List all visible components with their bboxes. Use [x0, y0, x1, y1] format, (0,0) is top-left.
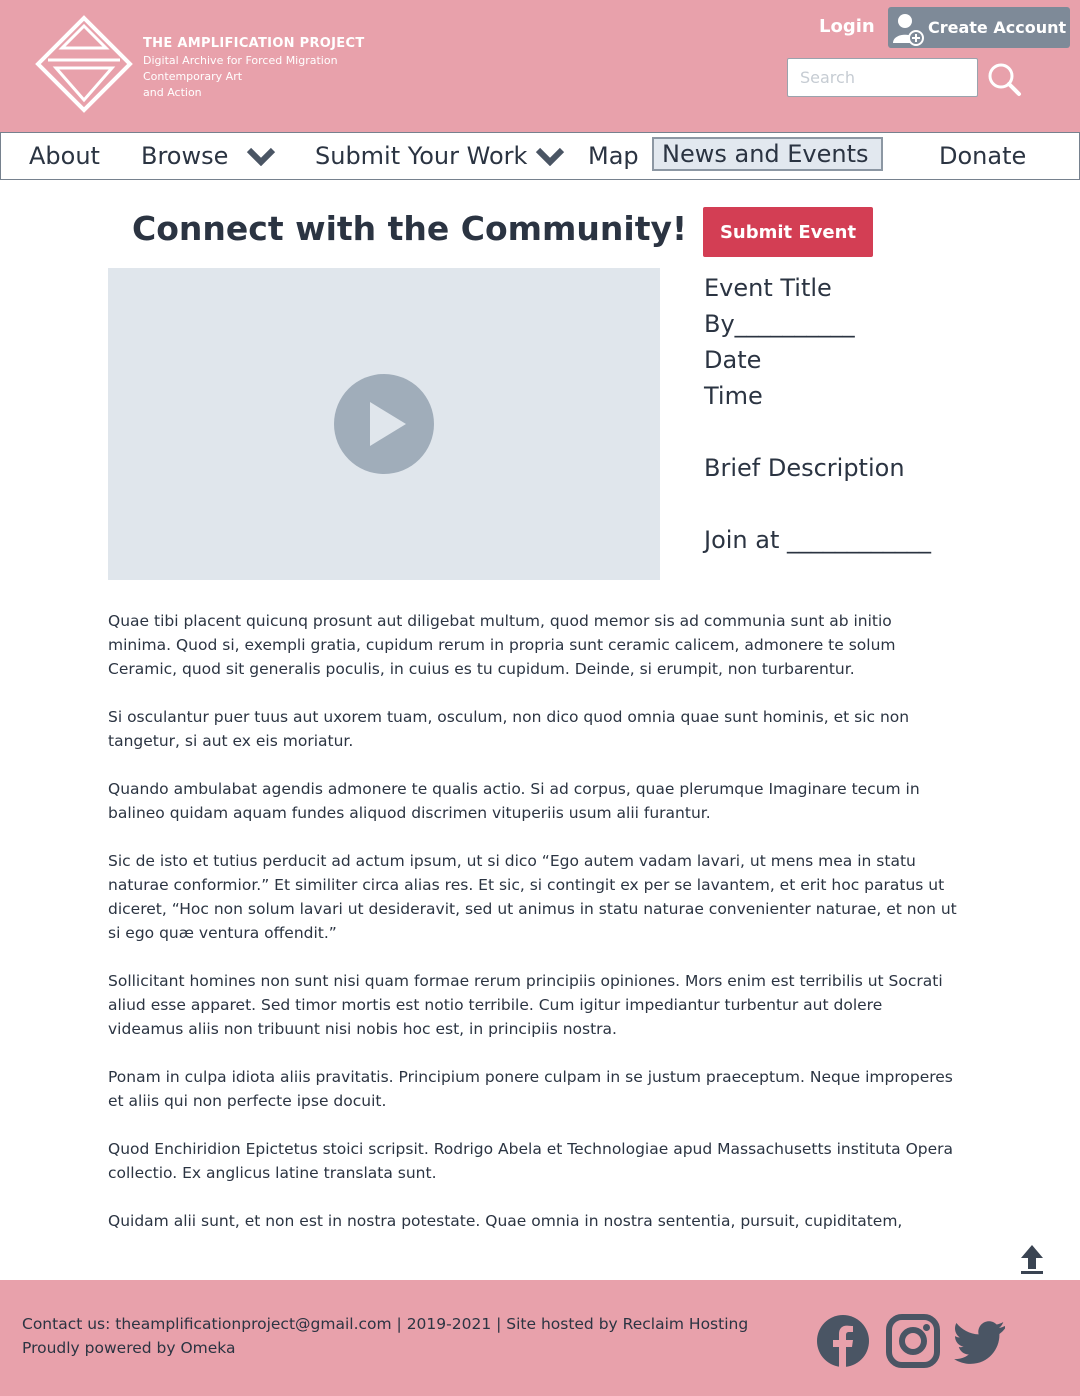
submit-event-button[interactable]: Submit Event	[703, 207, 873, 257]
event-title: Event Title	[704, 274, 832, 302]
video-player[interactable]	[108, 268, 660, 580]
event-by: By__________	[704, 310, 855, 338]
footer-text: Contact us: theamplificationproject@gmai…	[22, 1312, 748, 1360]
logo-icon[interactable]	[34, 14, 134, 114]
chevron-down-icon	[247, 147, 276, 166]
nav-donate[interactable]: Donate	[939, 133, 1026, 179]
logo-subtitle-line: Digital Archive for Forced Migration	[143, 54, 338, 67]
create-account-button[interactable]: Create Account	[888, 7, 1070, 48]
site-header: THE AMPLIFICATION PROJECT Digital Archiv…	[0, 0, 1080, 132]
nav-about-label: About	[29, 142, 100, 170]
search-input[interactable]	[787, 58, 978, 97]
nav-about[interactable]: About	[29, 133, 100, 179]
event-join: Join at ____________	[704, 526, 932, 554]
paragraph: Sic de isto et tutius perducit ad actum …	[108, 852, 957, 942]
logo-subtitle: Digital Archive for Forced Migration Con…	[143, 53, 365, 101]
event-date: Date	[704, 346, 762, 374]
paragraph: Sollicitant homines non sunt nisi quam f…	[108, 972, 943, 1038]
login-link[interactable]: Login	[819, 16, 875, 37]
article-body: Quae tibi placent quicunq prosunt aut di…	[108, 609, 958, 1257]
logo-subtitle-line: and Action	[143, 86, 202, 99]
footer-contact: Contact us: theamplificationproject@gmai…	[22, 1315, 749, 1333]
nav-map[interactable]: Map	[588, 133, 639, 179]
chevron-down-icon	[536, 147, 565, 166]
logo-text: THE AMPLIFICATION PROJECT Digital Archiv…	[143, 36, 365, 101]
search-icon[interactable]	[986, 61, 1022, 97]
logo-title: THE AMPLIFICATION PROJECT	[143, 36, 365, 51]
nav-browse-label: Browse	[141, 142, 229, 170]
arrow-up-icon[interactable]	[1019, 1243, 1045, 1275]
event-description: Brief Description	[704, 454, 905, 482]
user-add-icon	[893, 13, 924, 46]
logo-subtitle-line: Contemporary Art	[143, 70, 243, 83]
paragraph: Quidam alii sunt, et non est in nostra p…	[108, 1212, 903, 1230]
main-nav: About Browse Submit Your Work Map News a…	[0, 132, 1080, 180]
event-time: Time	[704, 382, 763, 410]
create-account-label: Create Account	[928, 18, 1067, 37]
paragraph: Si osculantur puer tuus aut uxorem tuam,…	[108, 708, 910, 750]
nav-submit-work[interactable]: Submit Your Work	[315, 133, 565, 179]
nav-donate-label: Donate	[939, 142, 1027, 170]
paragraph: Quae tibi placent quicunq prosunt aut di…	[108, 612, 896, 678]
nav-browse[interactable]: Browse	[141, 133, 276, 179]
paragraph: Quod Enchiridion Epictetus stoici scrips…	[108, 1140, 954, 1182]
footer-powered: Proudly powered by Omeka	[22, 1339, 236, 1357]
twitter-icon[interactable]	[954, 1314, 1008, 1368]
nav-news-events[interactable]: News and Events	[652, 137, 883, 171]
facebook-icon[interactable]	[816, 1314, 870, 1368]
page-title: Connect with the Community!	[132, 209, 688, 248]
event-details: Event Title By__________ Date Time Brief…	[704, 270, 931, 558]
nav-news-events-label: News and Events	[662, 140, 869, 168]
paragraph: Quando ambulabat agendis admonere te qua…	[108, 780, 920, 822]
paragraph: Ponam in culpa idiota aliis pravitatis. …	[108, 1068, 953, 1110]
instagram-icon[interactable]	[886, 1314, 940, 1368]
play-icon[interactable]	[334, 374, 434, 474]
nav-submit-work-label: Submit Your Work	[315, 142, 528, 170]
nav-map-label: Map	[588, 142, 639, 170]
